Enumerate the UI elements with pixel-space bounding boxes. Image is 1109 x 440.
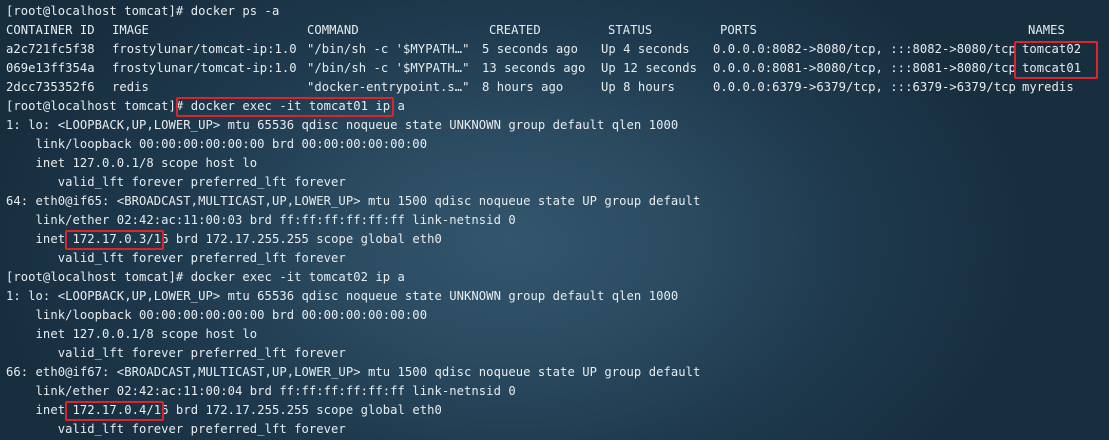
output-line-inet: inet 172.17.0.4/16 brd 172.17.255.255 sc… bbox=[6, 401, 442, 420]
container-status: Up 12 seconds bbox=[601, 61, 698, 75]
container-command: "/bin/sh -c '$MYPATH…" bbox=[307, 42, 470, 56]
output-line: 1: lo: <LOOPBACK,UP,LOWER_UP> mtu 65536 … bbox=[6, 289, 679, 303]
output-line: valid_lft forever preferred_lft forever bbox=[6, 346, 346, 360]
container-id: 069e13ff354a bbox=[6, 61, 95, 75]
header-status: STATUS bbox=[608, 23, 653, 37]
output-line: inet 127.0.0.1/8 scope host lo bbox=[6, 156, 258, 170]
prompt-line-exec1: [root@localhost tomcat]# docker exec -it… bbox=[6, 97, 405, 116]
table-row: a2c721fc5f38 frostylunar/tomcat-ip:1.0 "… bbox=[6, 40, 1081, 59]
container-status: Up 4 seconds bbox=[601, 42, 690, 56]
inet-suffix: brd 172.17.255.255 scope global eth0 bbox=[168, 403, 442, 417]
container-image: redis bbox=[112, 80, 149, 94]
output-line: 1: lo: <LOOPBACK,UP,LOWER_UP> mtu 65536 … bbox=[6, 118, 679, 132]
container-image: frostylunar/tomcat-ip:1.0 bbox=[112, 42, 297, 56]
output-line: link/ether 02:42:ac:11:00:04 brd ff:ff:f… bbox=[6, 384, 516, 398]
shell-prompt: [root@localhost tomcat]# bbox=[6, 270, 191, 284]
header-created: CREATED bbox=[489, 23, 541, 37]
container-ports: 0.0.0.0:6379->6379/tcp, :::6379->6379/tc… bbox=[713, 80, 1016, 94]
container-name: tomcat01 bbox=[1022, 61, 1082, 75]
output-line: link/ether 02:42:ac:11:00:03 brd ff:ff:f… bbox=[6, 213, 516, 227]
container-created: 13 seconds ago bbox=[482, 61, 586, 75]
inet-suffix: brd 172.17.255.255 scope global eth0 bbox=[168, 232, 442, 246]
command-text: docker ps -a bbox=[190, 4, 280, 18]
terminal-window[interactable]: [root@localhost tomcat]# docker ps -a CO… bbox=[0, 0, 1109, 440]
shell-prompt: [root@localhost tomcat]# bbox=[6, 4, 191, 18]
output-line: link/loopback 00:00:00:00:00:00 brd 00:0… bbox=[6, 308, 428, 322]
container-name: tomcat02 bbox=[1022, 42, 1082, 56]
shell-prompt: [root@localhost tomcat]# bbox=[6, 99, 191, 113]
ip-address: 172.17.0.4/16 bbox=[72, 403, 169, 417]
container-command: "/bin/sh -c '$MYPATH…" bbox=[307, 61, 470, 75]
container-name: myredis bbox=[1022, 80, 1074, 94]
header-container-id: CONTAINER ID bbox=[6, 23, 95, 37]
header-command: COMMAND bbox=[307, 23, 359, 37]
command-text: docker exec -it tomcat01 ip a bbox=[190, 99, 405, 113]
container-created: 5 seconds ago bbox=[482, 42, 579, 56]
output-line: inet 127.0.0.1/8 scope host lo bbox=[6, 327, 258, 341]
command-text: docker exec -it tomcat02 ip a bbox=[190, 270, 405, 284]
container-ports: 0.0.0.0:8081->8080/tcp, :::8081->8080/tc… bbox=[713, 61, 1016, 75]
container-status: Up 8 hours bbox=[601, 80, 675, 94]
ip-address: 172.17.0.3/16 bbox=[72, 232, 169, 246]
container-created: 8 hours ago bbox=[482, 80, 564, 94]
prompt-line-ps: [root@localhost tomcat]# docker ps -a bbox=[6, 2, 279, 21]
container-ports: 0.0.0.0:8082->8080/tcp, :::8082->8080/tc… bbox=[713, 42, 1016, 56]
table-row: 069e13ff354a frostylunar/tomcat-ip:1.0 "… bbox=[6, 59, 1081, 78]
header-image: IMAGE bbox=[112, 23, 149, 37]
output-line: 66: eth0@if67: <BROADCAST,MULTICAST,UP,L… bbox=[6, 365, 701, 379]
container-id: 2dcc735352f6 bbox=[6, 80, 95, 94]
header-names: NAMES bbox=[1028, 23, 1065, 37]
inet-prefix: inet bbox=[6, 232, 73, 246]
container-image: frostylunar/tomcat-ip:1.0 bbox=[112, 61, 297, 75]
output-line: valid_lft forever preferred_lft forever bbox=[6, 422, 346, 436]
inet-prefix: inet bbox=[6, 403, 73, 417]
container-id: a2c721fc5f38 bbox=[6, 42, 95, 56]
container-command: "docker-entrypoint.s…" bbox=[307, 80, 470, 94]
output-line: 64: eth0@if65: <BROADCAST,MULTICAST,UP,L… bbox=[6, 194, 701, 208]
output-line: valid_lft forever preferred_lft forever bbox=[6, 175, 346, 189]
output-line: valid_lft forever preferred_lft forever bbox=[6, 251, 346, 265]
ps-table-header: CONTAINER ID IMAGE COMMAND CREATED STATU… bbox=[6, 21, 1065, 40]
prompt-line-exec2: [root@localhost tomcat]# docker exec -it… bbox=[6, 268, 405, 287]
header-ports: PORTS bbox=[720, 23, 757, 37]
table-row: 2dcc735352f6 redis "docker-entrypoint.s…… bbox=[6, 78, 1074, 97]
output-line-inet: inet 172.17.0.3/16 brd 172.17.255.255 sc… bbox=[6, 230, 442, 249]
output-line: link/loopback 00:00:00:00:00:00 brd 00:0… bbox=[6, 137, 428, 151]
